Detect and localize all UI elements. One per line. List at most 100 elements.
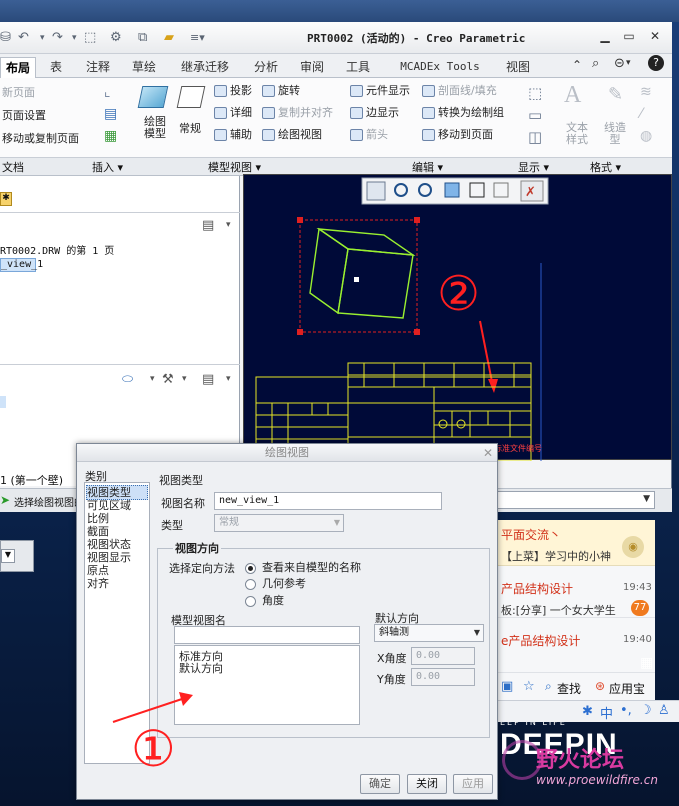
- star-icon[interactable]: ✱: [0, 192, 12, 206]
- tab-review[interactable]: 审阅: [294, 57, 330, 78]
- folder-icon[interactable]: ▰: [164, 29, 174, 47]
- view-name-field[interactable]: new_view_1: [214, 492, 442, 510]
- dropdown-icon[interactable]: ▾: [626, 58, 631, 68]
- tools-icon[interactable]: ⚒: [162, 372, 174, 387]
- group-document[interactable]: 文档: [2, 159, 24, 175]
- component-display-button[interactable]: 元件显示: [350, 84, 410, 98]
- ok-button[interactable]: 确定: [360, 774, 400, 794]
- layer-icon[interactable]: ⬭: [122, 372, 133, 387]
- chevron-down-icon[interactable]: ▼: [1, 549, 15, 563]
- view-tree-item[interactable]: _view_1: [0, 258, 43, 272]
- tree-item[interactable]: 1 (第一个壁): [0, 472, 63, 488]
- tab-table[interactable]: 表: [42, 57, 70, 78]
- display-icon[interactable]: ⬚: [528, 84, 542, 102]
- tab-annotate[interactable]: 注释: [80, 57, 116, 78]
- tab-view[interactable]: 视图: [500, 57, 536, 78]
- default-orientation-select[interactable]: 斜轴测 ▼: [374, 624, 484, 642]
- moon-icon[interactable]: ☽: [640, 703, 652, 718]
- widget-icon[interactable]: ▣: [501, 679, 513, 694]
- grid-icon[interactable]: ▦: [640, 655, 653, 671]
- chat-item[interactable]: e产品结构设计 19:40: [495, 624, 655, 648]
- refit-icon[interactable]: [366, 181, 386, 201]
- line-style-button[interactable]: 线造 型: [604, 122, 626, 146]
- edge-display-button[interactable]: 边显示: [350, 106, 399, 120]
- general-view[interactable]: [297, 217, 420, 335]
- group-model-view[interactable]: 模型视图 ▾: [208, 159, 261, 175]
- dropdown-icon[interactable]: ▾: [182, 374, 187, 384]
- detail-button[interactable]: 详细: [214, 106, 252, 120]
- search-icon[interactable]: ⌕: [545, 679, 552, 694]
- text-style-button[interactable]: 文本 样式: [566, 122, 588, 146]
- tree-settings-icon[interactable]: ▤: [202, 218, 214, 233]
- list-item[interactable]: 默认方向: [179, 660, 223, 676]
- convert-draw-group-button[interactable]: 转换为绘制组: [422, 106, 504, 120]
- minimize-icon[interactable]: ▁: [597, 28, 613, 44]
- line-style-icon[interactable]: ✎: [608, 84, 623, 105]
- punct-icon[interactable]: •,: [620, 703, 632, 718]
- text-style-icon[interactable]: A: [564, 82, 581, 109]
- category-item-view-type[interactable]: 视图类型: [86, 485, 148, 500]
- projection-button[interactable]: 投影: [214, 84, 252, 98]
- category-item-view-display[interactable]: 视图显示: [87, 551, 131, 564]
- category-item-view-state[interactable]: 视图状态: [87, 538, 131, 551]
- repaint-icon[interactable]: [444, 182, 460, 198]
- x-angle-field[interactable]: 0.00: [411, 647, 475, 665]
- tab-analysis[interactable]: 分析: [248, 57, 284, 78]
- dropdown-icon[interactable]: ▾: [226, 220, 231, 230]
- apply-button[interactable]: 应用: [453, 774, 493, 794]
- search-label[interactable]: 查找: [557, 680, 581, 697]
- close-icon[interactable]: ✕: [647, 28, 663, 44]
- settings-icon[interactable]: ⊝: [614, 56, 625, 71]
- tree-settings-icon[interactable]: ▤: [202, 372, 214, 387]
- type-select[interactable]: 常规 ▼: [214, 514, 344, 532]
- tab-legacy-migration[interactable]: 继承迁移: [172, 57, 238, 78]
- group-format[interactable]: 格式 ▾: [590, 159, 621, 175]
- appstore-label[interactable]: 应用宝: [609, 680, 645, 697]
- arrow-button[interactable]: 箭头: [350, 128, 388, 142]
- general-view-button[interactable]: 常规: [179, 122, 201, 136]
- regenerate-icon[interactable]: ⬚: [84, 29, 96, 47]
- layer-icon[interactable]: ▭: [528, 106, 542, 124]
- ime-mode[interactable]: 中: [600, 703, 613, 722]
- tab-tools[interactable]: 工具: [340, 57, 376, 78]
- general-view-icon[interactable]: [176, 86, 206, 108]
- search-icon[interactable]: ⌕: [592, 56, 599, 71]
- category-item-section[interactable]: 截面: [87, 525, 109, 538]
- settings-icon[interactable]: ⚙: [110, 29, 122, 47]
- star-icon[interactable]: ☆: [523, 679, 535, 694]
- y-angle-field[interactable]: 0.00: [411, 668, 475, 686]
- filter-dropdown[interactable]: ▼: [490, 491, 655, 509]
- restore-icon[interactable]: ▭: [621, 28, 637, 44]
- object-icon[interactable]: ▦: [104, 128, 117, 144]
- tab-layout[interactable]: 布局: [0, 57, 36, 78]
- model-view-name-filter[interactable]: [174, 626, 360, 644]
- redo-icon[interactable]: ↷: [52, 29, 63, 47]
- customize-icon[interactable]: ≡▾: [190, 29, 205, 47]
- drawing-view-button[interactable]: 绘图视图: [262, 128, 322, 142]
- move-copy-page-button[interactable]: 移动或复制页面: [2, 132, 79, 146]
- dropdown-icon[interactable]: ▾: [226, 374, 231, 384]
- dropdown-icon[interactable]: ▾: [72, 29, 77, 47]
- copy-align-button[interactable]: 复制并对齐: [262, 106, 333, 120]
- chat-item[interactable]: 产品结构设计 19:43 板:[分享] 一个女大学生 77: [495, 572, 655, 618]
- tab-sketch[interactable]: 草绘: [126, 57, 162, 78]
- help-icon[interactable]: ?: [648, 55, 664, 71]
- color-icon[interactable]: ◍: [640, 128, 652, 144]
- auxiliary-button[interactable]: 辅助: [214, 128, 252, 142]
- dropdown-icon[interactable]: ▾: [40, 29, 45, 47]
- collapse-ribbon-icon[interactable]: ⌃: [572, 58, 582, 72]
- close-icon[interactable]: ✕: [483, 446, 493, 460]
- tab-mcadex-tools[interactable]: MCADEx Tools: [390, 57, 490, 78]
- drawing-tree-icon[interactable]: ⌞: [104, 84, 111, 100]
- grid-icon[interactable]: ◫: [528, 128, 542, 146]
- appstore-icon[interactable]: ⊛: [595, 679, 605, 693]
- chat-item[interactable]: 平面交流丶 【上菜】学习中的小神 ◉: [495, 520, 655, 566]
- sheet-icon[interactable]: ▤: [104, 106, 117, 122]
- pen-icon[interactable]: ⁄: [640, 106, 642, 122]
- drawing-canvas[interactable]: ✗ ②: [243, 174, 672, 462]
- orientation-option-geometry[interactable]: 几何参考: [245, 575, 306, 591]
- save-icon[interactable]: ⛁: [0, 29, 11, 47]
- close-button[interactable]: 关闭: [407, 774, 447, 794]
- user-icon[interactable]: ♙: [658, 703, 670, 718]
- windows-icon[interactable]: ⧉: [138, 29, 147, 47]
